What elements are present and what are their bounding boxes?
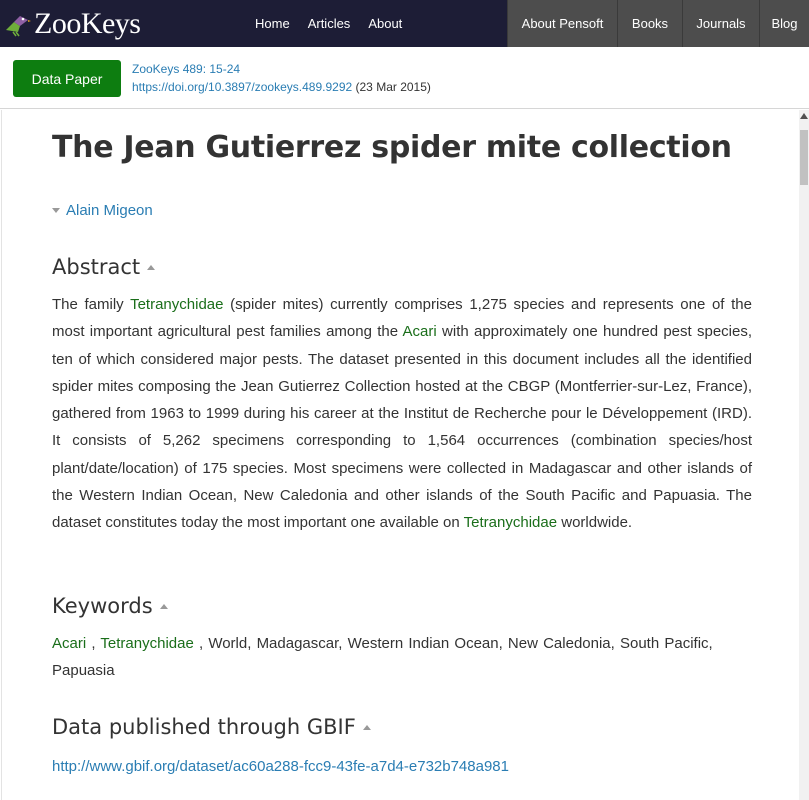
publication-date: (23 Mar 2015) bbox=[355, 80, 431, 94]
abstract-text-part: worldwide. bbox=[557, 514, 633, 532]
gbif-heading[interactable]: Data published through GBIF bbox=[52, 715, 371, 739]
citation-link[interactable]: ZooKeys 489: 15-24 bbox=[132, 62, 240, 76]
keyword-separator: , bbox=[86, 635, 101, 652]
citation-block: ZooKeys 489: 15-24 https://doi.org/10.38… bbox=[132, 60, 431, 96]
keywords-heading-text: Keywords bbox=[52, 594, 153, 618]
bird-logo-icon bbox=[6, 16, 31, 37]
abstract-text-part: The family bbox=[52, 296, 131, 313]
nav-journals[interactable]: Journals bbox=[682, 0, 759, 47]
abstract-text-part: with approximately one hundred pest spec… bbox=[52, 323, 753, 532]
nav-about-pensoft[interactable]: About Pensoft bbox=[507, 0, 617, 47]
keyword-link[interactable]: Tetranychidae bbox=[100, 635, 193, 652]
zookeys-logo[interactable]: ZooKeys bbox=[4, 6, 141, 42]
scrollbar[interactable] bbox=[799, 110, 809, 800]
nav-blog[interactable]: Blog bbox=[759, 0, 809, 47]
gbif-dataset-link[interactable]: http://www.gbif.org/dataset/ac60a288-fcc… bbox=[52, 758, 509, 775]
keywords-list: Acari , Tetranychidae , World, Madagasca… bbox=[52, 630, 752, 685]
caret-up-icon bbox=[159, 603, 168, 609]
main-nav: Home Articles About bbox=[246, 0, 411, 47]
abstract-text: The family Tetranychidae (spider mites) … bbox=[52, 291, 752, 537]
data-paper-button[interactable]: Data Paper bbox=[13, 60, 121, 97]
article-content: The Jean Gutierrez spider mite collectio… bbox=[1, 110, 799, 800]
keyword-link[interactable]: Acari bbox=[52, 635, 86, 652]
article-header-strip: Data Paper ZooKeys 489: 15-24 https://do… bbox=[0, 47, 809, 109]
scroll-up-arrow-icon[interactable] bbox=[800, 113, 808, 119]
caret-up-icon bbox=[362, 724, 371, 730]
nav-about[interactable]: About bbox=[359, 16, 411, 31]
caret-up-icon bbox=[147, 264, 156, 270]
nav-books[interactable]: Books bbox=[617, 0, 682, 47]
author-toggle[interactable]: Alain Migeon bbox=[52, 202, 153, 219]
caret-down-icon bbox=[52, 208, 60, 213]
nav-home[interactable]: Home bbox=[246, 16, 299, 31]
pensoft-nav: About Pensoft Books Journals Blog bbox=[507, 0, 809, 47]
keywords-heading[interactable]: Keywords bbox=[52, 594, 168, 618]
top-navbar: ZooKeys Home Articles About About Pensof… bbox=[0, 0, 809, 47]
abstract-heading[interactable]: Abstract bbox=[52, 255, 156, 279]
logo-text: ZooKeys bbox=[34, 7, 141, 40]
taxon-link[interactable]: Acari bbox=[403, 323, 437, 340]
nav-articles[interactable]: Articles bbox=[299, 16, 360, 31]
scroll-thumb[interactable] bbox=[800, 130, 808, 185]
article-title: The Jean Gutierrez spider mite collectio… bbox=[52, 130, 732, 165]
taxon-link[interactable]: Tetranychidae bbox=[130, 296, 223, 313]
taxon-link[interactable]: Tetranychidae bbox=[464, 514, 557, 531]
author-name[interactable]: Alain Migeon bbox=[66, 202, 153, 219]
doi-link[interactable]: https://doi.org/10.3897/zookeys.489.9292 bbox=[132, 80, 352, 94]
abstract-heading-text: Abstract bbox=[52, 255, 141, 279]
gbif-heading-text: Data published through GBIF bbox=[52, 715, 356, 739]
